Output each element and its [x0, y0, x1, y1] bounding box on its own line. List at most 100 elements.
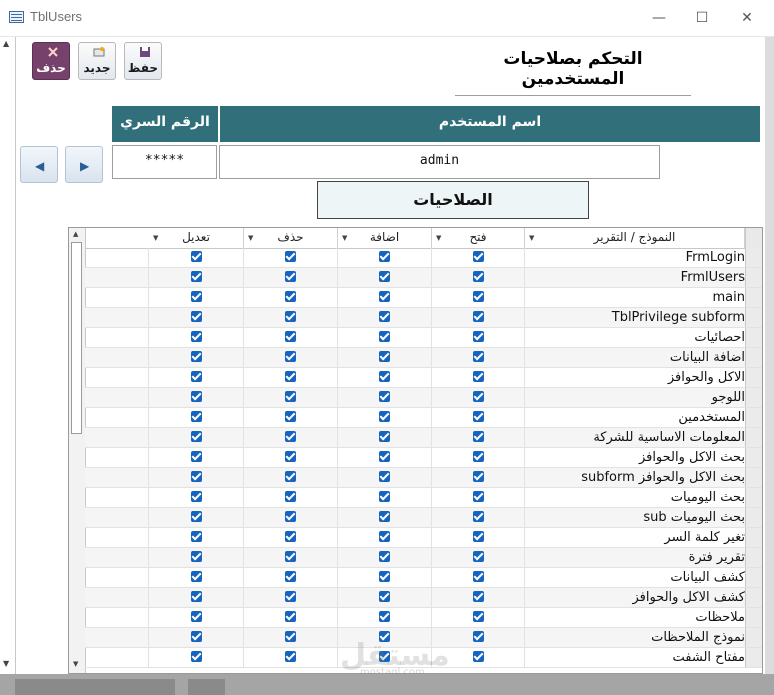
delete-checkbox[interactable] [285, 611, 296, 622]
row-selector[interactable] [745, 268, 762, 287]
cell-form-name[interactable]: تقرير فترة [525, 548, 745, 567]
delete-checkbox[interactable] [285, 511, 296, 522]
table-row[interactable]: اللوجو [85, 388, 762, 408]
row-selector[interactable] [745, 568, 762, 587]
open-checkbox[interactable] [473, 471, 484, 482]
open-checkbox[interactable] [473, 291, 484, 302]
delete-checkbox[interactable] [285, 291, 296, 302]
column-header-delete[interactable]: ▼ حذف [244, 228, 338, 248]
table-row[interactable]: تقرير فترة [85, 548, 762, 568]
next-record-button[interactable]: ▶ [65, 146, 103, 183]
minimize-button[interactable]: — [647, 6, 671, 30]
edit-checkbox[interactable] [191, 391, 202, 402]
open-checkbox[interactable] [473, 251, 484, 262]
delete-checkbox[interactable] [285, 391, 296, 402]
edit-checkbox[interactable] [191, 511, 202, 522]
open-checkbox[interactable] [473, 631, 484, 642]
add-checkbox[interactable] [379, 511, 390, 522]
open-checkbox[interactable] [473, 651, 484, 662]
row-selector[interactable] [745, 548, 762, 567]
open-checkbox[interactable] [473, 591, 484, 602]
edit-checkbox[interactable] [191, 411, 202, 422]
scroll-up-icon[interactable]: ▲ [73, 230, 78, 238]
cell-form-name[interactable]: TblPrivilege subform [525, 308, 745, 327]
edit-checkbox[interactable] [191, 451, 202, 462]
table-row[interactable]: المستخدمين [85, 408, 762, 428]
row-selector[interactable] [745, 508, 762, 527]
cell-form-name[interactable]: كشف البيانات [525, 568, 745, 587]
edit-checkbox[interactable] [191, 251, 202, 262]
open-checkbox[interactable] [473, 371, 484, 382]
permissions-datasheet[interactable]: ▲ ▼ ▼ تعديل ▼ حذف ▼ اضافة ▼ فتح ▼ النموذج / ا… [68, 227, 763, 674]
open-checkbox[interactable] [473, 411, 484, 422]
table-row[interactable]: اضافة البيانات [85, 348, 762, 368]
scroll-up-icon[interactable]: ▲ [3, 39, 9, 48]
column-header-add[interactable]: ▼ اضافة [338, 228, 432, 248]
delete-checkbox[interactable] [285, 411, 296, 422]
row-selector[interactable] [745, 608, 762, 627]
table-row[interactable]: بحث الاكل والحوافز [85, 448, 762, 468]
add-checkbox[interactable] [379, 371, 390, 382]
cell-form-name[interactable]: FrmLogin [525, 248, 745, 267]
add-checkbox[interactable] [379, 531, 390, 542]
table-row[interactable]: بحث الاكل والحوافز subform [85, 468, 762, 488]
add-checkbox[interactable] [379, 311, 390, 322]
delete-checkbox[interactable] [285, 331, 296, 342]
open-checkbox[interactable] [473, 431, 484, 442]
open-checkbox[interactable] [473, 331, 484, 342]
delete-checkbox[interactable] [285, 571, 296, 582]
close-button[interactable]: ✕ [735, 6, 759, 30]
save-button[interactable]: حفظ [124, 42, 162, 80]
open-checkbox[interactable] [473, 351, 484, 362]
maximize-button[interactable]: ☐ [690, 6, 714, 30]
open-checkbox[interactable] [473, 531, 484, 542]
delete-checkbox[interactable] [285, 551, 296, 562]
new-button[interactable]: جديد [78, 42, 116, 80]
table-row[interactable]: FrmLogin [85, 248, 762, 268]
row-selector[interactable] [745, 388, 762, 407]
edit-checkbox[interactable] [191, 551, 202, 562]
table-row[interactable]: main [85, 288, 762, 308]
edit-checkbox[interactable] [191, 291, 202, 302]
cell-form-name[interactable]: بحث الاكل والحوافز [525, 448, 745, 467]
edit-checkbox[interactable] [191, 331, 202, 342]
add-checkbox[interactable] [379, 291, 390, 302]
row-selector[interactable] [745, 428, 762, 447]
add-checkbox[interactable] [379, 491, 390, 502]
cell-form-name[interactable]: بحث الاكل والحوافز subform [525, 468, 745, 487]
form-vertical-scrollbar[interactable]: ▲ ▼ [0, 37, 16, 674]
delete-checkbox[interactable] [285, 471, 296, 482]
row-selector[interactable] [745, 588, 762, 607]
add-checkbox[interactable] [379, 251, 390, 262]
add-checkbox[interactable] [379, 391, 390, 402]
column-dropdown-icon[interactable]: ▼ [436, 229, 441, 248]
table-row[interactable]: المعلومات الاساسية للشركة [85, 428, 762, 448]
delete-checkbox[interactable] [285, 591, 296, 602]
row-selector[interactable] [745, 288, 762, 307]
add-checkbox[interactable] [379, 451, 390, 462]
add-checkbox[interactable] [379, 331, 390, 342]
scroll-down-icon[interactable]: ▼ [3, 659, 9, 668]
add-checkbox[interactable] [379, 351, 390, 362]
column-dropdown-icon[interactable]: ▼ [342, 229, 347, 248]
select-all-cell[interactable] [745, 228, 762, 248]
row-selector[interactable] [745, 368, 762, 387]
edit-checkbox[interactable] [191, 531, 202, 542]
cell-form-name[interactable]: اللوجو [525, 388, 745, 407]
edit-checkbox[interactable] [191, 271, 202, 282]
edit-checkbox[interactable] [191, 351, 202, 362]
column-header-edit[interactable]: ▼ تعديل [149, 228, 244, 248]
row-selector[interactable] [745, 448, 762, 467]
row-selector[interactable] [745, 488, 762, 507]
column-dropdown-icon[interactable]: ▼ [529, 229, 534, 248]
edit-checkbox[interactable] [191, 471, 202, 482]
username-field[interactable]: admin [219, 145, 660, 179]
add-checkbox[interactable] [379, 611, 390, 622]
add-checkbox[interactable] [379, 471, 390, 482]
table-row[interactable]: بحث اليوميات [85, 488, 762, 508]
scroll-down-icon[interactable]: ▼ [73, 660, 78, 668]
delete-checkbox[interactable] [285, 651, 296, 662]
column-header-open[interactable]: ▼ فتح [432, 228, 525, 248]
edit-checkbox[interactable] [191, 431, 202, 442]
cell-form-name[interactable]: مفتاح الشفت [525, 648, 745, 667]
